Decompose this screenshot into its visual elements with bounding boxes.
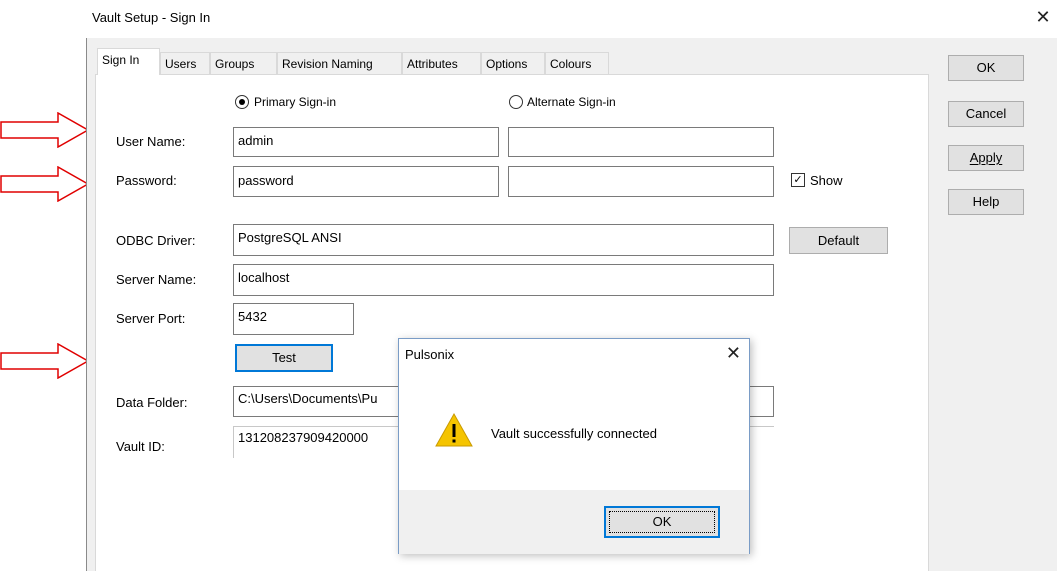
tab-options[interactable]: Options — [481, 52, 545, 74]
radio-selected-dot — [239, 99, 245, 105]
apply-button[interactable]: Apply — [948, 145, 1024, 171]
title-bar — [86, 0, 1057, 38]
focus-rectangle — [609, 511, 715, 533]
user-name-primary-input[interactable]: admin — [233, 127, 499, 157]
dialog-message: Vault successfully connected — [491, 426, 657, 441]
warning-icon — [435, 412, 473, 447]
odbc-driver-input[interactable]: PostgreSQL ANSI — [233, 224, 774, 256]
odbc-driver-label: ODBC Driver: — [116, 233, 196, 248]
show-password-label: Show — [810, 173, 843, 188]
tab-attributes[interactable]: Attributes — [402, 52, 481, 74]
screenshot: Vault Setup - Sign In ✕ Sign In Users Gr… — [0, 0, 1057, 571]
password-label: Password: — [116, 173, 177, 188]
default-button[interactable]: Default — [789, 227, 888, 254]
test-button-label: Test — [272, 350, 296, 365]
annotation-arrow-password — [0, 166, 90, 202]
server-name-input[interactable]: localhost — [233, 264, 774, 296]
primary-signin-radio[interactable] — [235, 95, 249, 109]
annotation-arrow-test — [0, 343, 90, 379]
server-port-input[interactable]: 5432 — [233, 303, 354, 335]
dialog-ok-button[interactable]: OK — [604, 506, 720, 538]
window-title: Vault Setup - Sign In — [92, 10, 211, 25]
alternate-signin-label: Alternate Sign-in — [527, 95, 616, 109]
ok-button[interactable]: OK — [948, 55, 1024, 81]
tab-users[interactable]: Users — [160, 52, 210, 74]
tab-groups[interactable]: Groups — [210, 52, 277, 74]
dialog-title: Pulsonix — [405, 347, 455, 362]
cancel-button[interactable]: Cancel — [948, 101, 1024, 127]
primary-signin-label: Primary Sign-in — [254, 95, 337, 109]
data-folder-label: Data Folder: — [116, 395, 188, 410]
server-port-label: Server Port: — [116, 311, 186, 326]
annotation-arrow-user-name — [0, 112, 90, 148]
pulsonix-message-dialog: Pulsonix ✕ Vault successfully connected … — [398, 338, 750, 554]
tab-sign-in[interactable]: Sign In — [97, 48, 160, 75]
user-name-label: User Name: — [116, 134, 186, 149]
vault-id-label: Vault ID: — [116, 439, 165, 454]
window-close-icon[interactable]: ✕ — [1030, 4, 1056, 32]
test-button[interactable]: Test — [235, 344, 333, 372]
tab-colours[interactable]: Colours — [545, 52, 609, 74]
alternate-signin-radio[interactable] — [509, 95, 523, 109]
show-password-checkbox[interactable]: ✓ — [791, 173, 805, 187]
tab-revision-naming[interactable]: Revision Naming — [277, 52, 402, 74]
password-primary-input[interactable]: password — [233, 166, 499, 197]
dialog-close-icon[interactable]: ✕ — [726, 343, 741, 364]
user-name-alternate-input[interactable] — [508, 127, 774, 157]
server-name-label: Server Name: — [116, 272, 197, 287]
password-alternate-input[interactable] — [508, 166, 774, 197]
help-button[interactable]: Help — [948, 189, 1024, 215]
